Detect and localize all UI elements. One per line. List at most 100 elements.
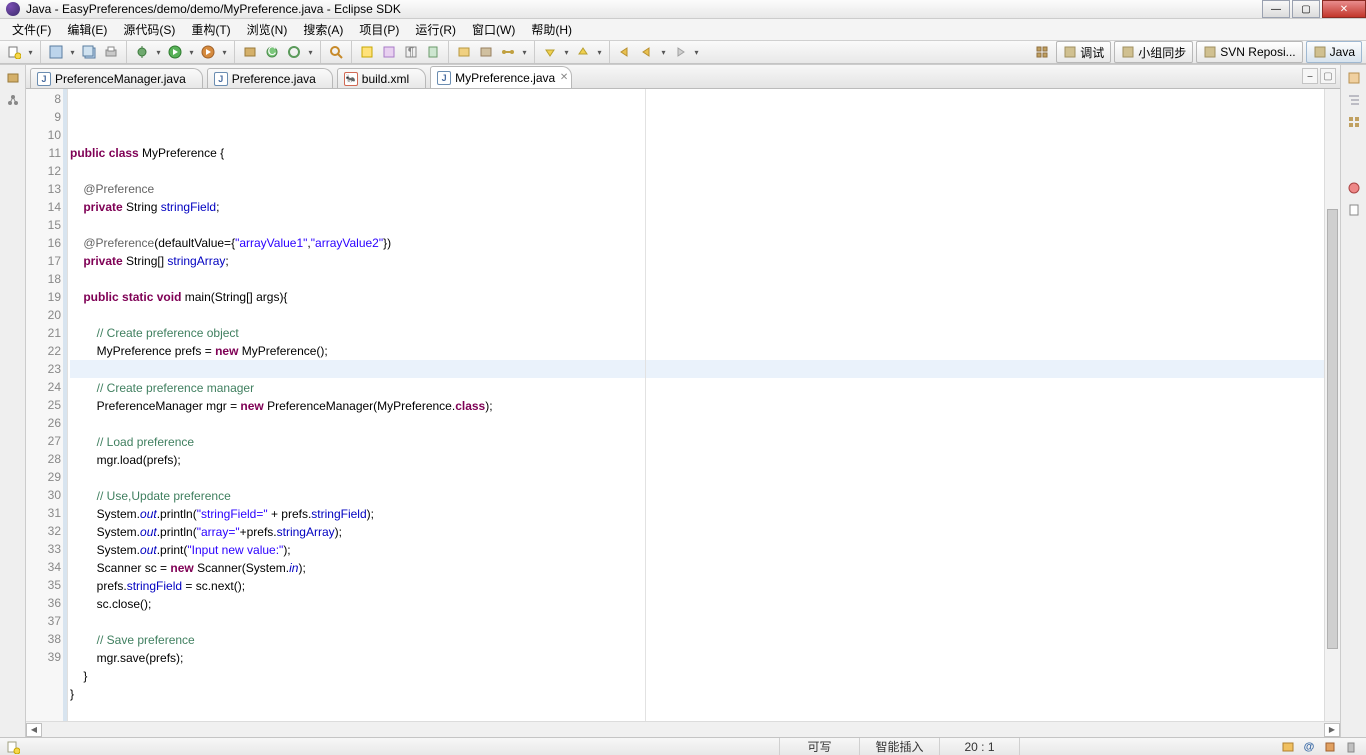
print-icon[interactable] (101, 42, 121, 62)
menu-item[interactable]: 文件(F) (4, 19, 59, 40)
views-icon[interactable] (1345, 113, 1363, 131)
horizontal-scrollbar[interactable]: ◀ ▶ (26, 721, 1340, 737)
titlebar: Java - EasyPreferences/demo/demo/MyPrefe… (0, 0, 1366, 19)
dropdown-icon[interactable]: ▾ (562, 48, 571, 57)
ant-icon: 🐜 (344, 72, 358, 86)
new-icon[interactable] (4, 42, 24, 62)
separator (609, 41, 610, 63)
separator (40, 41, 41, 63)
search-icon[interactable] (326, 42, 346, 62)
code-line (70, 216, 1324, 234)
open-task-icon[interactable] (454, 42, 474, 62)
scroll-left-icon[interactable]: ◀ (26, 723, 42, 737)
dropdown-icon[interactable]: ▾ (692, 48, 701, 57)
code-area[interactable]: public class MyPreference { @Preference … (68, 89, 1324, 721)
toggle-mark-icon[interactable] (357, 42, 377, 62)
code-line: } (70, 685, 1324, 703)
code-line: MyPreference prefs = new MyPreference(); (70, 342, 1324, 360)
updates-tray-icon[interactable] (1321, 739, 1339, 755)
dropdown-icon[interactable]: ▾ (595, 48, 604, 57)
menu-item[interactable]: 源代码(S) (115, 19, 183, 40)
toggle-block-icon[interactable] (379, 42, 399, 62)
menu-item[interactable]: 搜索(A) (295, 19, 351, 40)
perspective-button[interactable]: 小组同步 (1114, 41, 1193, 63)
tab-label: PreferenceManager.java (55, 72, 186, 86)
editor-tab[interactable]: 🐜 build.xml (337, 68, 426, 88)
menu-item[interactable]: 帮助(H) (523, 19, 580, 40)
overview-ruler[interactable] (1324, 89, 1340, 721)
new-class-icon[interactable]: C (262, 42, 282, 62)
dropdown-icon[interactable]: ▾ (26, 48, 35, 57)
maximize-view-icon[interactable]: ▢ (1320, 68, 1336, 84)
editor-tab[interactable]: JPreference.java (207, 68, 333, 88)
line-number: 28 (26, 450, 61, 468)
dropdown-icon[interactable]: ▾ (306, 48, 315, 57)
hierarchy-icon[interactable] (4, 91, 22, 109)
dropdown-icon[interactable]: ▾ (154, 48, 163, 57)
code-line (70, 415, 1324, 433)
save-all-icon[interactable] (79, 42, 99, 62)
task-focus-icon[interactable] (476, 42, 496, 62)
dropdown-icon[interactable]: ▾ (187, 48, 196, 57)
code-line: // Create preference manager (70, 379, 1324, 397)
perspective-button[interactable]: 调试 (1056, 41, 1111, 63)
dropdown-icon[interactable]: ▾ (68, 48, 77, 57)
forward-icon[interactable] (670, 42, 690, 62)
prev-annotation-icon[interactable] (573, 42, 593, 62)
code-line: public static void main(String[] args){ (70, 288, 1324, 306)
tasks-tray-icon[interactable] (1279, 739, 1297, 755)
open-type-icon[interactable] (284, 42, 304, 62)
next-annotation-icon[interactable] (540, 42, 560, 62)
last-edit-icon[interactable] (615, 42, 635, 62)
dropdown-icon[interactable]: ▾ (220, 48, 229, 57)
line-number: 36 (26, 594, 61, 612)
line-number: 19 (26, 288, 61, 306)
gc-tray-icon[interactable] (1342, 739, 1360, 755)
code-line: System.out.println("stringField=" + pref… (70, 505, 1324, 523)
menu-item[interactable]: 浏览(N) (239, 19, 296, 40)
perspective-button[interactable]: SVN Reposi... (1196, 41, 1302, 63)
dropdown-icon[interactable]: ▾ (659, 48, 668, 57)
line-number: 14 (26, 198, 61, 216)
menu-item[interactable]: 编辑(E) (59, 19, 115, 40)
outline-icon[interactable] (1345, 91, 1363, 109)
status-insert-mode: 智能插入 (859, 738, 939, 755)
back-icon[interactable] (637, 42, 657, 62)
link-editor-icon[interactable] (498, 42, 518, 62)
menu-item[interactable]: 重构(T) (183, 19, 238, 40)
shared-icon[interactable] (423, 42, 443, 62)
scrollbar-thumb[interactable] (1327, 209, 1338, 649)
scroll-right-icon[interactable]: ▶ (1324, 723, 1340, 737)
minimize-view-icon[interactable]: ⎯ (1302, 68, 1318, 84)
save-icon[interactable] (46, 42, 66, 62)
open-perspective-icon[interactable] (1032, 42, 1052, 62)
tab-label: build.xml (362, 72, 409, 86)
editor-tab[interactable]: JMyPreference.java✕ (430, 66, 572, 88)
minimize-button[interactable]: — (1262, 0, 1290, 18)
menu-item[interactable]: 运行(R) (407, 19, 464, 40)
editor-tab[interactable]: JPreferenceManager.java (30, 68, 203, 88)
editor-body: 8910111213141516171819202122232425262728… (26, 89, 1340, 721)
annotations-tray-icon[interactable]: @ (1300, 739, 1318, 755)
javadoc-icon[interactable] (1345, 201, 1363, 219)
task-list-icon[interactable] (1345, 69, 1363, 87)
maximize-button[interactable]: ▢ (1292, 0, 1320, 18)
tab-label: MyPreference.java (455, 71, 555, 85)
debug-icon[interactable] (132, 42, 152, 62)
line-number: 10 (26, 126, 61, 144)
dropdown-icon[interactable]: ▾ (520, 48, 529, 57)
menu-item[interactable]: 窗口(W) (464, 19, 523, 40)
run-icon[interactable] (165, 42, 185, 62)
show-whitespace-icon[interactable]: ¶ (401, 42, 421, 62)
perspective-button[interactable]: Java (1306, 41, 1362, 63)
tab-close-icon[interactable]: ✕ (560, 72, 568, 83)
line-gutter[interactable]: 8910111213141516171819202122232425262728… (26, 89, 68, 721)
menu-item[interactable]: 项目(P) (351, 19, 407, 40)
problems-icon[interactable] (1345, 179, 1363, 197)
perspective-label: 小组同步 (1138, 44, 1186, 61)
package-explorer-icon[interactable] (4, 69, 22, 87)
close-button[interactable]: ✕ (1322, 0, 1366, 18)
run-ext-icon[interactable] (198, 42, 218, 62)
editor-tabstrip: JPreferenceManager.javaJPreference.java🐜… (26, 65, 1340, 89)
new-package-icon[interactable] (240, 42, 260, 62)
